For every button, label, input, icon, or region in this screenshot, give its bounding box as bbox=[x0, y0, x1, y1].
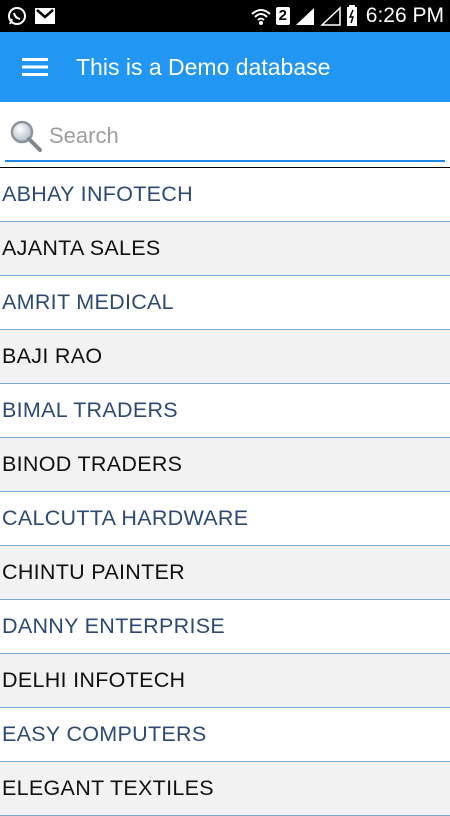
system-icons: 2 6:26 PM bbox=[250, 4, 444, 28]
search-bar bbox=[0, 102, 450, 168]
battery-icon bbox=[346, 5, 358, 27]
menu-button[interactable] bbox=[0, 32, 70, 102]
list-item[interactable]: EASY COMPUTERS bbox=[0, 708, 450, 762]
status-bar: 2 6:26 PM bbox=[0, 0, 450, 32]
list-item[interactable]: CHINTU PAINTER bbox=[0, 546, 450, 600]
app-title: This is a Demo database bbox=[76, 53, 331, 80]
gmail-icon bbox=[34, 7, 56, 25]
list-item[interactable]: ELEGANT TEXTILES bbox=[0, 762, 450, 816]
whatsapp-icon bbox=[6, 5, 28, 27]
search-icon bbox=[10, 120, 42, 152]
company-list: ABHAY INFOTECH AJANTA SALES AMRIT MEDICA… bbox=[0, 168, 450, 816]
wifi-icon bbox=[250, 6, 272, 26]
notification-icons bbox=[6, 5, 56, 27]
app-bar: This is a Demo database bbox=[0, 32, 450, 102]
signal-icon bbox=[294, 6, 316, 26]
search-input[interactable] bbox=[43, 123, 445, 149]
list-item[interactable]: AMRIT MEDICAL bbox=[0, 276, 450, 330]
list-item[interactable]: AJANTA SALES bbox=[0, 222, 450, 276]
signal-outline-icon bbox=[319, 6, 342, 26]
list-item[interactable]: BIMAL TRADERS bbox=[0, 384, 450, 438]
list-item[interactable]: CALCUTTA HARDWARE bbox=[0, 492, 450, 546]
search-field-container bbox=[5, 112, 445, 162]
hamburger-menu-icon bbox=[22, 58, 48, 76]
list-item[interactable]: DANNY ENTERPRISE bbox=[0, 600, 450, 654]
list-item[interactable]: BINOD TRADERS bbox=[0, 438, 450, 492]
sim-badge: 2 bbox=[275, 7, 290, 25]
list-item[interactable]: ABHAY INFOTECH bbox=[0, 168, 450, 222]
list-item[interactable]: DELHI INFOTECH bbox=[0, 654, 450, 708]
clock: 6:26 PM bbox=[365, 4, 444, 27]
list-item[interactable]: BAJI RAO bbox=[0, 330, 450, 384]
